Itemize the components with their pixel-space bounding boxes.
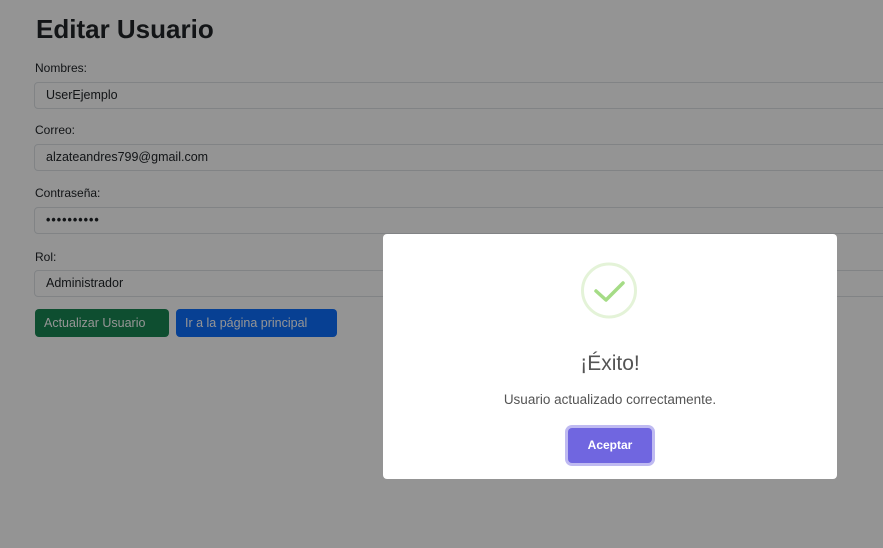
- dialog-message: Usuario actualizado correctamente.: [503, 392, 717, 407]
- success-check-icon: [581, 262, 637, 319]
- dialog-title: ¡Éxito!: [580, 352, 640, 375]
- success-dialog: ¡Éxito! Usuario actualizado correctament…: [383, 234, 837, 479]
- accept-button[interactable]: Aceptar: [568, 428, 652, 463]
